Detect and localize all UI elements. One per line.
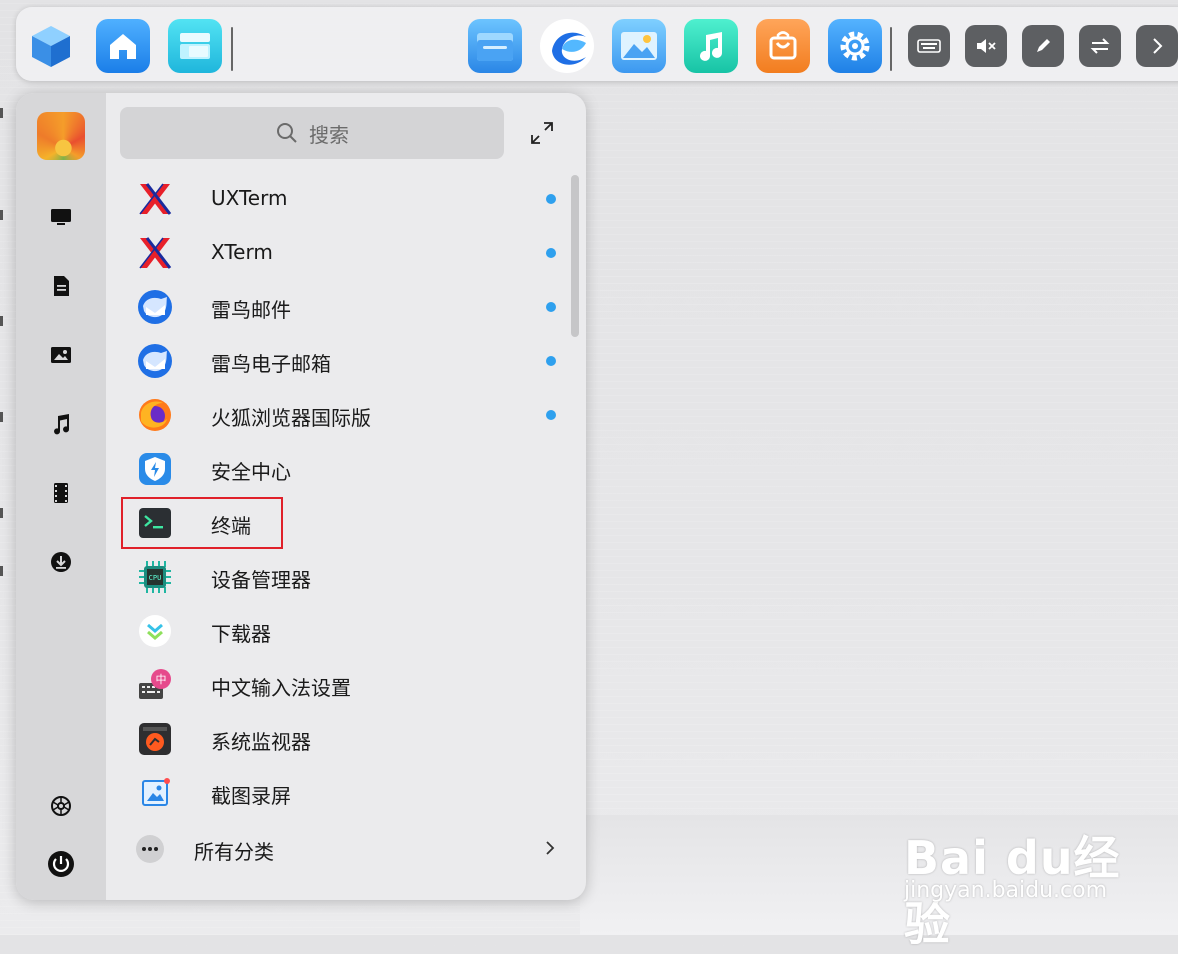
app-label: 设备管理器 <box>211 568 311 592</box>
app-item-firefox[interactable]: 火狐浏览器国际版 <box>120 388 570 442</box>
input-method-icon: 中 <box>136 666 174 704</box>
keyboard-icon[interactable] <box>908 25 950 67</box>
xterm-icon <box>136 234 174 272</box>
search-icon <box>277 123 297 143</box>
security-center-icon <box>136 450 174 488</box>
app-item-security-center[interactable]: 安全中心 <box>120 442 570 496</box>
pen-icon[interactable] <box>1022 25 1064 67</box>
app-label: 中文输入法设置 <box>211 676 351 700</box>
app-label: XTerm <box>211 240 273 264</box>
image-viewer-icon[interactable] <box>612 19 666 73</box>
user-avatar[interactable] <box>37 112 85 160</box>
app-item-xterm[interactable]: XTerm <box>120 226 570 280</box>
app-item-input-method[interactable]: 中 中文输入法设置 <box>120 658 570 712</box>
chevron-right-icon[interactable] <box>1136 25 1178 67</box>
browser-icon[interactable] <box>540 19 594 73</box>
search-placeholder: 搜索 <box>309 122 349 147</box>
music-player-icon[interactable] <box>684 19 738 73</box>
dock <box>16 7 1178 81</box>
dock-separator <box>890 27 892 71</box>
uxterm-icon <box>136 180 174 218</box>
more-dots-icon <box>136 835 164 863</box>
home-folder-icon[interactable] <box>96 19 150 73</box>
desktop-computer-icon[interactable] <box>47 203 75 231</box>
settings-icon[interactable] <box>47 792 75 820</box>
app-label: 下载器 <box>211 622 271 646</box>
baidu-watermark: Bai du经验 jingyan.baidu.com <box>900 808 1140 951</box>
app-label: 安全中心 <box>211 460 291 484</box>
app-launcher: 搜索 UXTerm XTerm 雷鸟邮件 雷鸟电子邮箱 火狐浏览器国际版 安全中… <box>16 93 586 900</box>
thunderbird-icon <box>136 288 174 326</box>
thunderbird-icon <box>136 342 174 380</box>
app-label: 雷鸟邮件 <box>211 298 291 322</box>
svg-text:CPU: CPU <box>149 574 162 582</box>
control-center-gear-icon[interactable] <box>828 19 882 73</box>
volume-muted-icon[interactable] <box>965 25 1007 67</box>
document-icon[interactable] <box>47 272 75 300</box>
launcher-cube-icon[interactable] <box>24 19 78 73</box>
chevron-right-icon <box>544 839 556 861</box>
app-store-icon[interactable] <box>756 19 810 73</box>
all-categories-label: 所有分类 <box>194 840 274 864</box>
app-item-system-monitor[interactable]: 系统监视器 <box>120 712 570 766</box>
switch-icon[interactable] <box>1079 25 1121 67</box>
app-label: 系统监视器 <box>211 730 311 754</box>
new-app-dot <box>546 194 556 204</box>
power-icon[interactable] <box>47 850 75 878</box>
fullscreen-expand-icon[interactable] <box>528 119 556 147</box>
search-input[interactable]: 搜索 <box>120 107 504 159</box>
picture-icon[interactable] <box>47 341 75 369</box>
dock-separator <box>231 27 233 71</box>
multitask-view-icon[interactable] <box>168 19 222 73</box>
app-label: 火狐浏览器国际版 <box>211 406 371 430</box>
file-manager-icon[interactable] <box>468 19 522 73</box>
download-icon[interactable] <box>47 548 75 576</box>
video-film-icon[interactable] <box>47 479 75 507</box>
watermark-url: jingyan.baidu.com <box>904 878 1108 903</box>
app-item-screenshot[interactable]: 截图录屏 <box>120 766 570 820</box>
system-monitor-icon <box>136 720 174 758</box>
app-label: 截图录屏 <box>211 784 291 808</box>
app-label: 雷鸟电子邮箱 <box>211 352 331 376</box>
app-list-scrollbar[interactable] <box>571 175 579 337</box>
app-label: UXTerm <box>211 186 288 210</box>
app-item-device-manager[interactable]: CPU 设备管理器 <box>120 550 570 604</box>
app-item-downloader[interactable]: 下载器 <box>120 604 570 658</box>
new-app-dot <box>546 248 556 258</box>
new-app-dot <box>546 410 556 420</box>
app-item-uxterm[interactable]: UXTerm <box>120 172 570 226</box>
downloader-icon <box>136 612 174 650</box>
screenshot-icon <box>136 774 174 812</box>
svg-text:中: 中 <box>156 673 167 686</box>
new-app-dot <box>546 356 556 366</box>
device-manager-icon: CPU <box>136 558 174 596</box>
firefox-icon <box>136 396 174 434</box>
new-app-dot <box>546 302 556 312</box>
app-item-thunderbird-mail[interactable]: 雷鸟邮件 <box>120 280 570 334</box>
launcher-sidebar <box>16 93 106 900</box>
music-note-icon[interactable] <box>47 410 75 438</box>
all-categories-button[interactable]: 所有分类 <box>120 821 570 877</box>
app-item-thunderbird-email[interactable]: 雷鸟电子邮箱 <box>120 334 570 388</box>
highlight-annotation <box>121 497 283 549</box>
